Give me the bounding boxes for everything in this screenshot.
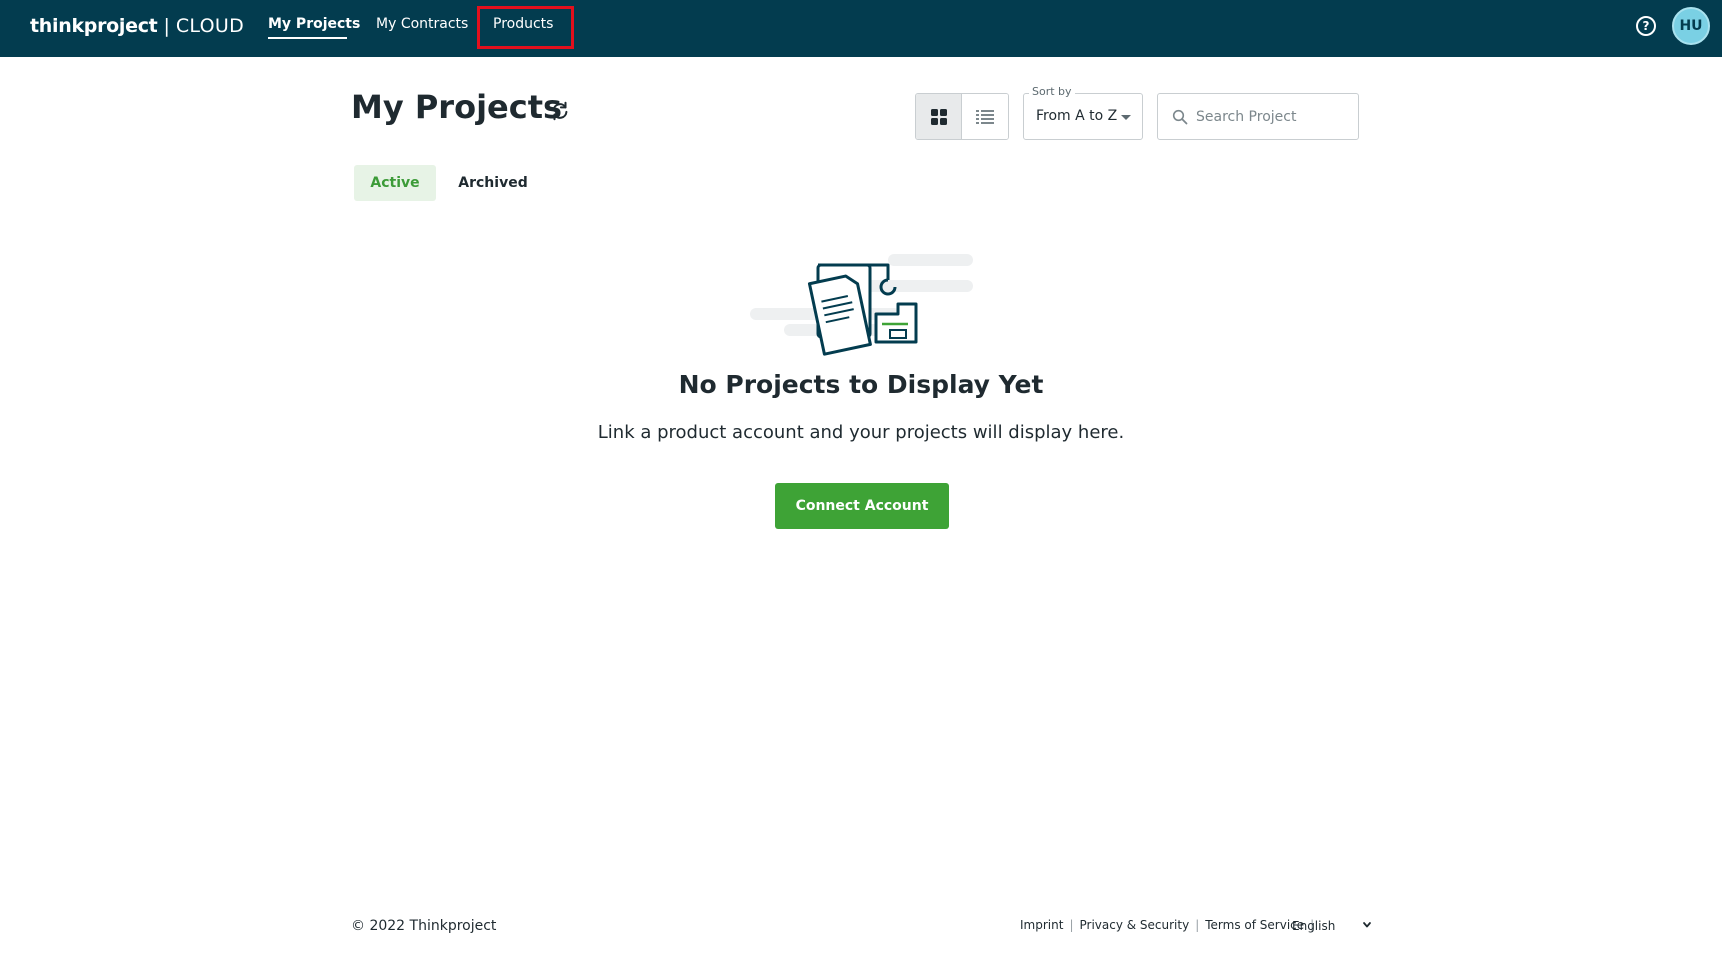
grid-view-button[interactable] [916,94,962,139]
connect-account-button[interactable]: Connect Account [775,483,949,529]
empty-state-title: No Projects to Display Yet [678,370,1044,399]
logo-product: CLOUD [175,15,245,37]
top-navigation-bar: thinkproject | CLOUD My Projects My Cont… [0,0,1722,57]
search-field[interactable] [1157,93,1359,140]
tab-archived[interactable]: Archived [452,165,534,201]
active-nav-indicator [268,37,347,39]
chevron-down-icon [1363,922,1371,928]
footer-link-imprint[interactable]: Imprint [1020,918,1063,932]
footer-links: Imprint | Privacy & Security | Terms of … [1020,918,1320,932]
sort-label: Sort by [1029,85,1075,98]
chevron-down-icon [1121,115,1131,120]
tab-active[interactable]: Active [354,165,436,201]
page-title: My Projects [351,88,563,126]
documents-illustration [750,254,973,356]
footer-separator: | [1195,918,1200,932]
products-highlight-box [477,6,574,49]
nav-my-contracts[interactable]: My Contracts [376,16,468,38]
refresh-icon[interactable] [549,100,571,122]
view-toggle [915,93,1009,140]
sort-value: From A to Z [1036,108,1118,124]
list-view-button[interactable] [962,94,1008,139]
footer-link-privacy[interactable]: Privacy & Security [1079,918,1189,932]
empty-state-text: Link a product account and your projects… [597,422,1125,443]
thinkproject-cloud-logo[interactable]: thinkproject | CLOUD [30,13,244,39]
grid-view-icon [930,108,947,125]
nav-my-projects[interactable]: My Projects [268,16,360,38]
sort-select[interactable]: From A to Z [1023,93,1143,140]
user-avatar[interactable]: HU [1672,7,1710,45]
language-select[interactable]: English [1292,916,1372,936]
search-input[interactable] [1196,108,1356,125]
logo-brand: thinkproject [30,15,158,37]
footer-separator: | [1069,918,1074,932]
list-view-icon [976,109,994,124]
language-value: English [1292,919,1336,933]
search-icon [1172,109,1188,124]
logo-separator: | [163,15,170,37]
footer-link-terms[interactable]: Terms of Service [1205,918,1304,932]
question-circle-icon[interactable]: ? [1636,16,1656,36]
footer-copyright: © 2022 Thinkproject [351,918,497,934]
